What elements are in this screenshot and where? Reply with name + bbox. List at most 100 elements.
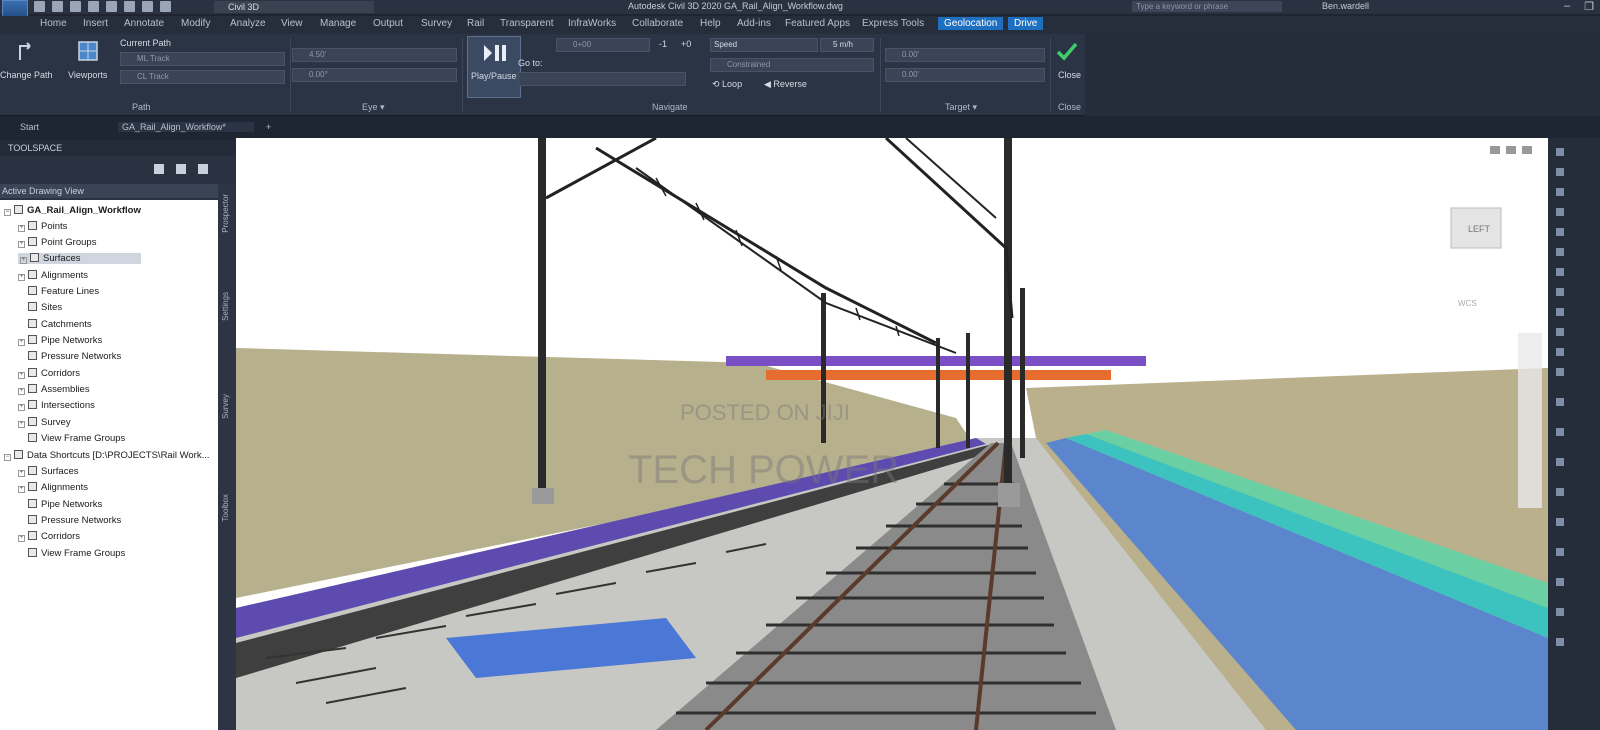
viewports-icon[interactable] bbox=[76, 39, 100, 63]
tree-item-pressure-networks[interactable]: Pressure Networks bbox=[28, 351, 121, 362]
station-field[interactable]: 0+00 bbox=[556, 38, 650, 52]
speed-field[interactable]: 5 m/h bbox=[820, 38, 874, 52]
tab-drawing[interactable]: GA_Rail_Align_Workflow* bbox=[118, 122, 254, 132]
save-icon[interactable] bbox=[70, 1, 81, 12]
tab-home[interactable]: Home bbox=[40, 18, 67, 29]
tree-item-feature-lines[interactable]: Feature Lines bbox=[28, 286, 99, 297]
user-account[interactable]: Ben.wardell bbox=[1322, 1, 1369, 11]
play-pause-button[interactable]: Play/Pause bbox=[467, 36, 521, 98]
restore-icon[interactable]: ❐ bbox=[1584, 0, 1594, 13]
tree-item-sites[interactable]: Sites bbox=[28, 302, 62, 313]
tree-item-view-frame-groups[interactable]: View Frame Groups bbox=[28, 433, 125, 444]
tab-insert[interactable]: Insert bbox=[83, 18, 108, 29]
add-tab-button[interactable]: + bbox=[266, 122, 271, 132]
tree-item-ds-alignments[interactable]: + Alignments bbox=[18, 482, 88, 493]
tool-icon[interactable] bbox=[1556, 248, 1564, 256]
tab-collaborate[interactable]: Collaborate bbox=[632, 18, 683, 29]
tab-annotate[interactable]: Annotate bbox=[124, 18, 164, 29]
tool-icon[interactable] bbox=[1556, 208, 1564, 216]
tab-rail[interactable]: Rail bbox=[467, 18, 484, 29]
undo-icon[interactable] bbox=[142, 1, 153, 12]
saveas-icon[interactable] bbox=[88, 1, 99, 12]
tree-item-ds-pipe-networks[interactable]: Pipe Networks bbox=[28, 499, 102, 510]
tree-root-drawing[interactable]: − GA_Rail_Align_Workflow bbox=[4, 205, 141, 216]
side-tab-toolbox[interactable]: Toolbox bbox=[221, 494, 230, 522]
tree-item-ds-pressure-networks[interactable]: Pressure Networks bbox=[28, 515, 121, 526]
go-to-combo[interactable] bbox=[518, 72, 686, 86]
open-icon[interactable] bbox=[52, 1, 63, 12]
viewports-button[interactable]: Viewports bbox=[68, 70, 107, 80]
tool-icon[interactable] bbox=[1556, 288, 1564, 296]
tab-start[interactable]: Start bbox=[20, 122, 39, 132]
group-target-label[interactable]: Target ▾ bbox=[945, 102, 977, 113]
tab-geolocation[interactable]: Geolocation bbox=[938, 17, 1004, 30]
eye-height-field[interactable]: 4.50' bbox=[292, 48, 457, 62]
drawing-viewport[interactable]: LEFT WCS POSTED ON JIJI TECH POWER bbox=[236, 138, 1548, 730]
reverse-button[interactable]: ◀ Reverse bbox=[764, 79, 807, 90]
tool-icon[interactable] bbox=[1556, 368, 1564, 376]
eye-angle-field[interactable]: 0.00° bbox=[292, 68, 457, 82]
tree-item-ds-corridors[interactable]: + Corridors bbox=[18, 531, 80, 542]
navigation-bar[interactable] bbox=[1518, 333, 1542, 508]
tool-icon[interactable] bbox=[1556, 228, 1564, 236]
tool-icon[interactable] bbox=[1556, 348, 1564, 356]
tree-item-catchments[interactable]: Catchments bbox=[28, 319, 92, 330]
tool-icon[interactable] bbox=[1556, 268, 1564, 276]
tool-icon[interactable] bbox=[1556, 578, 1564, 586]
viewport-close-icon[interactable] bbox=[1522, 146, 1532, 154]
tree-item-ds-view-frame-groups[interactable]: View Frame Groups bbox=[28, 548, 125, 559]
tree-item-points[interactable]: + Points bbox=[18, 221, 67, 232]
tool-icon[interactable] bbox=[1556, 488, 1564, 496]
tab-featured-apps[interactable]: Featured Apps bbox=[785, 18, 850, 29]
loop-button[interactable]: ⟲ Loop bbox=[712, 79, 742, 90]
tree-item-pipe-networks[interactable]: + Pipe Networks bbox=[18, 335, 102, 346]
tab-output[interactable]: Output bbox=[373, 18, 403, 29]
path-field-1[interactable]: ML Track bbox=[120, 52, 285, 66]
change-path-button[interactable]: Change Path bbox=[0, 70, 53, 80]
step-back-button[interactable]: -1 bbox=[659, 39, 667, 49]
minimize-icon[interactable]: – bbox=[1564, 0, 1570, 13]
tab-modify[interactable]: Modify bbox=[181, 18, 210, 29]
tree-item-alignments[interactable]: + Alignments bbox=[18, 270, 88, 281]
path-field-2[interactable]: CL Track bbox=[120, 70, 285, 84]
new-icon[interactable] bbox=[34, 1, 45, 12]
tab-express-tools[interactable]: Express Tools bbox=[862, 18, 924, 29]
step-forward-button[interactable]: +0 bbox=[681, 39, 691, 49]
tool-icon[interactable] bbox=[1556, 308, 1564, 316]
tool-icon[interactable] bbox=[1556, 428, 1564, 436]
side-tab-survey[interactable]: Survey bbox=[221, 394, 230, 419]
web-icon[interactable] bbox=[106, 1, 117, 12]
search-input[interactable]: Type a keyword or phrase bbox=[1132, 1, 1282, 12]
tab-transparent[interactable]: Transparent bbox=[500, 18, 554, 29]
viewport-restore-icon[interactable] bbox=[1506, 146, 1516, 154]
tab-addins[interactable]: Add-ins bbox=[737, 18, 771, 29]
speed-mode-combo[interactable]: Constrained bbox=[710, 58, 874, 72]
tree-root-data-shortcuts[interactable]: − Data Shortcuts [D:\PROJECTS\Rail Work..… bbox=[4, 450, 209, 461]
tree-item-ds-surfaces[interactable]: + Surfaces bbox=[18, 466, 79, 477]
tree-item-assemblies[interactable]: + Assemblies bbox=[18, 384, 90, 395]
tab-drive[interactable]: Drive bbox=[1008, 17, 1044, 30]
tool-icon[interactable] bbox=[1556, 328, 1564, 336]
tree-item-surfaces[interactable]: + Surfaces bbox=[18, 253, 141, 264]
viewcube-wcs-label[interactable]: WCS bbox=[1458, 299, 1477, 308]
tool-icon[interactable] bbox=[1556, 188, 1564, 196]
tab-view[interactable]: View bbox=[281, 18, 303, 29]
close-check-icon[interactable] bbox=[1055, 40, 1079, 62]
side-tab-prospector[interactable]: Prospector bbox=[221, 194, 230, 233]
tree-item-survey[interactable]: + Survey bbox=[18, 417, 71, 428]
change-path-icon[interactable] bbox=[16, 40, 38, 62]
tree-item-corridors[interactable]: + Corridors bbox=[18, 368, 80, 379]
tab-help[interactable]: Help bbox=[700, 18, 721, 29]
drawing-view-combo[interactable]: Active Drawing View bbox=[0, 184, 218, 198]
redo-icon[interactable] bbox=[160, 1, 171, 12]
print-icon[interactable] bbox=[124, 1, 135, 12]
workspace-selector[interactable]: Civil 3D bbox=[214, 1, 374, 13]
side-tab-settings[interactable]: Settings bbox=[221, 292, 230, 321]
tool-icon[interactable] bbox=[1556, 458, 1564, 466]
tool-icon[interactable] bbox=[1556, 608, 1564, 616]
tab-infraworks[interactable]: InfraWorks bbox=[568, 18, 616, 29]
tool-icon[interactable] bbox=[1556, 638, 1564, 646]
tool-icon[interactable] bbox=[1556, 548, 1564, 556]
tool-icon[interactable] bbox=[1556, 168, 1564, 176]
tree-item-intersections[interactable]: + Intersections bbox=[18, 400, 95, 411]
